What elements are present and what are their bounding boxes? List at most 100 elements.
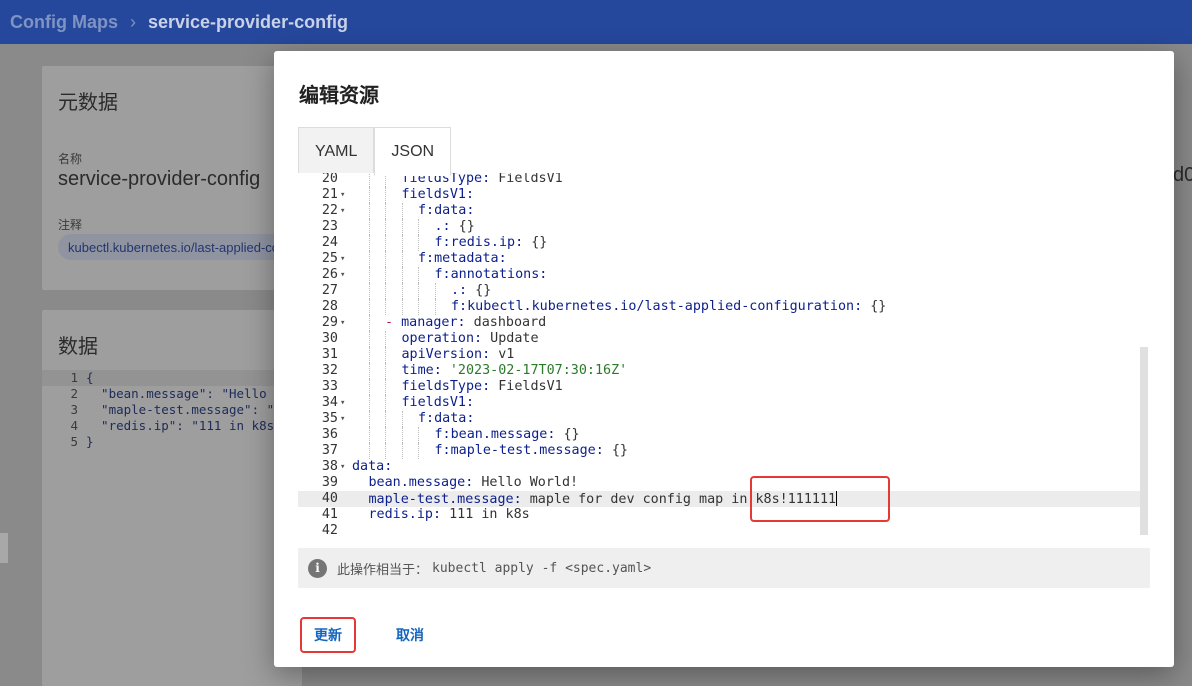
breadcrumb-config-maps[interactable]: Config Maps xyxy=(10,12,118,33)
line-code: f:maple-test.message: {} xyxy=(435,443,629,459)
indent-guide xyxy=(368,411,370,427)
editor-line[interactable]: 33 fieldsType: FieldsV1 xyxy=(298,379,1142,395)
update-button[interactable]: 更新 xyxy=(300,617,356,653)
dialog-title: 编辑资源 xyxy=(299,85,379,107)
indent-guide xyxy=(385,187,386,203)
indent-guide xyxy=(385,203,386,219)
indent-guide xyxy=(418,267,419,283)
line-number: 39 xyxy=(321,475,338,490)
line-number: 24 xyxy=(321,235,338,250)
indent-guide xyxy=(385,363,386,379)
cancel-button[interactable]: 取消 xyxy=(382,617,438,653)
info-command: kubectl apply -f <spec.yaml> xyxy=(432,560,652,576)
yaml-value: v1 xyxy=(490,347,515,362)
fold-toggle-icon[interactable]: ▾ xyxy=(340,203,345,219)
tab-json[interactable]: JSON xyxy=(374,127,452,176)
editor-line[interactable]: 34 ▾ fieldsV1: xyxy=(298,395,1142,411)
code-editor[interactable]: 42 41 redis.ip: 111 in k8s 40 maple-test.mes… xyxy=(298,173,1150,535)
fold-toggle-icon[interactable]: ▾ xyxy=(340,411,345,427)
tab-yaml[interactable]: YAML xyxy=(298,127,375,176)
line-number: 2 xyxy=(70,386,78,401)
editor-line[interactable]: 39 bean.message: Hello World! xyxy=(298,475,1142,491)
background-right-fragment: d0 xyxy=(1173,164,1192,186)
line-code: f:kubectl.kubernetes.io/last-applied-con… xyxy=(451,299,886,315)
editor-line[interactable]: 28 f:kubectl.kubernetes.io/last-applied-c… xyxy=(298,299,1142,315)
editor-line[interactable]: 36 f:bean.message: {} xyxy=(298,427,1142,443)
indent-guide xyxy=(385,411,386,427)
indent-guide xyxy=(401,443,403,459)
data-card: 数据 1{2 "bean.message": "Hello World!", 3 … xyxy=(42,310,523,686)
indent-guide xyxy=(401,299,403,315)
fold-toggle-icon[interactable]: ▾ xyxy=(340,267,345,283)
indent-guide xyxy=(368,443,370,459)
editor-line[interactable]: 29 ▾ - manager: dashboard xyxy=(298,315,1142,331)
line-number: 20 xyxy=(321,173,338,186)
yaml-value: Update xyxy=(482,331,539,346)
editor-line[interactable]: 27.: {} xyxy=(298,283,1142,299)
indent-guide xyxy=(385,347,386,363)
info-text: 此操作相当于： xyxy=(337,561,429,577)
yaml-key: redis.ip: xyxy=(368,507,442,522)
editor-line[interactable]: 38 ▾ data: xyxy=(298,459,1142,475)
editor-line[interactable]: 35 ▾ f:data: xyxy=(298,411,1142,427)
indent-guide xyxy=(368,427,370,443)
line-number: 32 xyxy=(321,363,338,378)
fold-toggle-icon[interactable]: ▾ xyxy=(340,187,345,203)
indent-guide xyxy=(418,235,419,251)
indent-guide xyxy=(418,283,419,299)
line-code: f:redis.ip: {} xyxy=(435,235,548,251)
editor-line[interactable]: 32 time: '2023-02-17T07:30:16Z' xyxy=(298,363,1142,379)
line-number: 26 xyxy=(321,267,338,282)
editor-line[interactable]: 42 xyxy=(298,523,1142,535)
yaml-key: f:maple-test.message: xyxy=(434,443,604,458)
line-number: 4 xyxy=(70,418,78,433)
indent-guide xyxy=(401,203,403,219)
annotation-chip[interactable]: kubectl.kubernetes.io/last-applied-confi… xyxy=(58,234,298,260)
line-code: .: {} xyxy=(451,283,491,299)
indent-guide xyxy=(368,187,370,203)
yaml-value: FieldsV1 xyxy=(490,379,563,394)
indent-guide xyxy=(401,267,403,283)
indent-guide xyxy=(368,219,370,235)
chevron-right-icon: › xyxy=(130,11,136,32)
fold-toggle-icon[interactable]: ▾ xyxy=(340,251,345,267)
annotation-label: 注释 xyxy=(58,218,83,232)
format-tabs: YAML JSON xyxy=(298,127,452,176)
line-code: } xyxy=(86,434,94,449)
indent-guide xyxy=(401,427,403,443)
editor-line[interactable]: 41 redis.ip: 111 in k8s xyxy=(298,507,1142,523)
editor-line[interactable]: 40 maple-test.message: maple for dev conf… xyxy=(298,491,1142,507)
editor-line[interactable]: 22 ▾ f:data: xyxy=(298,203,1142,219)
yaml-value: {} xyxy=(467,283,492,298)
yaml-key: .: xyxy=(451,283,468,298)
editor-line[interactable]: 37 f:maple-test.message: {} xyxy=(298,443,1142,459)
editor-line[interactable]: 26 ▾ f:annotations: xyxy=(298,267,1142,283)
fold-toggle-icon[interactable]: ▾ xyxy=(340,315,345,331)
metadata-card: 元数据 名称 service-provider-config 注释 kubect… xyxy=(42,66,302,290)
editor-line[interactable]: 24 f:redis.ip: {} xyxy=(298,235,1142,251)
yaml-key: manager: xyxy=(401,315,466,330)
fold-toggle-icon[interactable]: ▾ xyxy=(340,459,345,475)
line-code: operation: Update xyxy=(402,331,539,347)
indent-guide xyxy=(385,395,386,411)
editor-line[interactable]: 25 ▾ f:metadata: xyxy=(298,251,1142,267)
editor-line[interactable]: 21 ▾ fieldsV1: xyxy=(298,187,1142,203)
yaml-value: {} xyxy=(862,299,887,314)
editor-line[interactable]: 23.: {} xyxy=(298,219,1142,235)
indent-guide xyxy=(368,379,370,395)
fold-toggle-icon[interactable]: ▾ xyxy=(340,395,345,411)
yaml-key: f:metadata: xyxy=(418,251,507,266)
indent-guide xyxy=(418,443,419,459)
line-code: f:bean.message: {} xyxy=(435,427,580,443)
indent-guide xyxy=(401,283,403,299)
editor-line[interactable]: 31 apiVersion: v1 xyxy=(298,347,1142,363)
info-icon: i xyxy=(308,558,327,578)
indent-guide xyxy=(418,427,419,443)
yaml-key: fieldsType: xyxy=(401,379,491,394)
editor-line[interactable]: 30 operation: Update xyxy=(298,331,1142,347)
line-number: 37 xyxy=(321,443,338,458)
line-code: time: '2023-02-17T07:30:16Z' xyxy=(402,363,628,379)
line-code: fieldsType: FieldsV1 xyxy=(402,379,563,395)
editor-scrollbar[interactable] xyxy=(1140,347,1148,535)
indent-guide xyxy=(368,331,370,347)
